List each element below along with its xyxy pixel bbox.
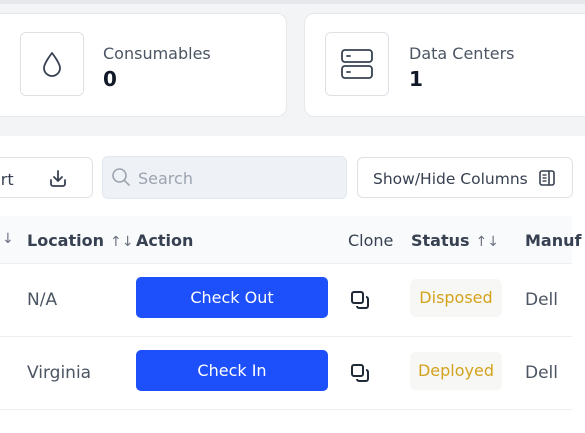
sort-icon[interactable]: ↓	[2, 231, 14, 247]
status-badge: Deployed	[410, 352, 502, 390]
status-badge: Disposed	[410, 279, 502, 317]
table-header: ↓ Location ↑↓ Action Clone Status ↑↓ Manuf	[0, 216, 581, 264]
column-header-status[interactable]: Status ↑↓	[411, 231, 499, 250]
assets-table-panel: ort Show/Hide Columns	[0, 136, 585, 433]
top-strip	[0, 0, 585, 4]
server-icon	[325, 32, 389, 96]
manufacturer-cell: Dell	[525, 290, 558, 310]
location-cell: N/A	[27, 290, 58, 310]
card-label: Consumables	[103, 44, 211, 63]
card-value: 1	[409, 67, 423, 91]
manufacturer-cell: Dell	[525, 363, 558, 383]
columns-label: Show/Hide Columns	[373, 170, 528, 188]
search-box[interactable]	[102, 156, 347, 199]
data-centers-card[interactable]: Data Centers 1	[304, 13, 585, 117]
columns-icon	[538, 169, 556, 192]
card-value: 0	[103, 67, 117, 91]
check-in-button[interactable]: Check In	[136, 350, 328, 391]
table-row: Virginia Check In Deployed Dell	[0, 337, 572, 410]
card-label: Data Centers	[409, 44, 515, 63]
export-label: ort	[0, 170, 14, 189]
column-header-manufacturer[interactable]: Manuf	[525, 231, 581, 250]
column-header-location[interactable]: Location ↑↓	[27, 231, 133, 250]
download-icon	[47, 168, 69, 195]
table-row: N/A Check Out Disposed Dell	[0, 264, 572, 337]
sort-icon[interactable]: ↑↓	[476, 234, 499, 250]
show-hide-columns-button[interactable]: Show/Hide Columns	[357, 157, 573, 198]
column-header-action: Action	[136, 231, 194, 250]
export-button[interactable]: ort	[0, 157, 93, 198]
search-input[interactable]	[138, 167, 338, 189]
clone-icon[interactable]	[350, 363, 370, 388]
consumables-card[interactable]: Consumables 0	[0, 13, 287, 117]
search-icon	[111, 167, 131, 192]
location-cell: Virginia	[27, 363, 92, 383]
check-out-button[interactable]: Check Out	[136, 277, 328, 318]
sort-icon[interactable]: ↑↓	[110, 234, 133, 250]
droplet-icon	[20, 32, 84, 96]
column-header-label: Status	[411, 231, 470, 250]
column-header-clone: Clone	[348, 231, 394, 250]
clone-icon[interactable]	[350, 290, 370, 315]
column-header-label: Location	[27, 231, 104, 250]
